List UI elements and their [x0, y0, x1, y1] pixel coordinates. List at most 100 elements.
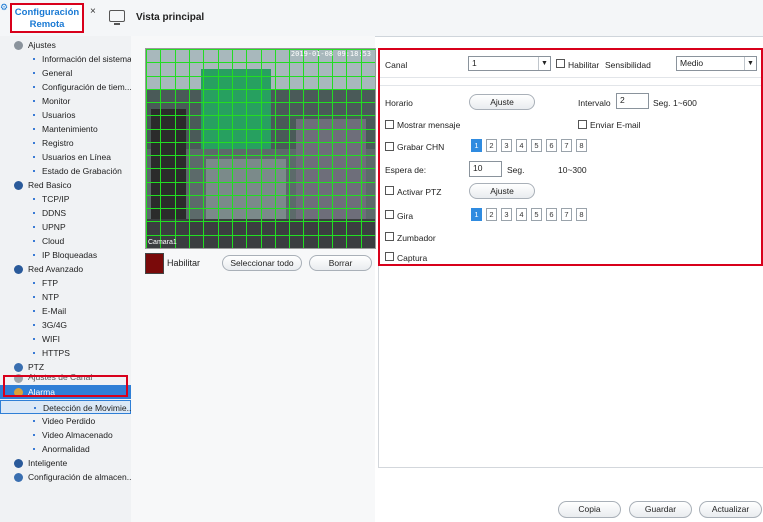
sidebar-item-wifi[interactable]: WIFI [0, 332, 131, 346]
select-all-button[interactable]: Seleccionar todo [222, 255, 302, 271]
grabar-chn-checkbox[interactable] [385, 142, 394, 151]
globe-icon [14, 181, 23, 190]
sidebar-group-red-avanzado[interactable]: Red Avanzado [0, 262, 131, 276]
enviar-email-label: Enviar E-mail [590, 120, 641, 130]
bullet-icon [33, 338, 35, 340]
mostrar-mensaje-checkbox[interactable] [385, 120, 394, 129]
sidebar-item-ip-bloqueadas[interactable]: IP Bloqueadas [0, 248, 131, 262]
sidebar-item-label: Video Perdido [42, 416, 96, 426]
sidebar-item-mantenimiento[interactable]: Mantenimiento [0, 122, 131, 136]
gira-channel-1[interactable]: 1 [471, 208, 482, 221]
sidebar-item-video-almacenado[interactable]: Video Almacenado [0, 428, 131, 442]
sidebar-item-informaci-n-del-sistema[interactable]: Información del sistema [0, 52, 131, 66]
grabar-channel-8[interactable]: 8 [576, 139, 587, 152]
grabar-channel-4[interactable]: 4 [516, 139, 527, 152]
sidebar-item-label: 3G/4G [42, 320, 68, 330]
chevron-down-icon: ▼ [538, 57, 550, 70]
gira-channel-3[interactable]: 3 [501, 208, 512, 221]
sidebar-item-https[interactable]: HTTPS [0, 346, 131, 360]
captura-checkbox[interactable] [385, 252, 394, 261]
sidebar-item-registro[interactable]: Registro [0, 136, 131, 150]
sidebar-group-label: Red Basico [28, 180, 72, 190]
motion-grid[interactable] [146, 49, 375, 248]
scene-wall [201, 69, 271, 149]
sidebar-item-general[interactable]: General [0, 66, 131, 80]
settings-gear-icon: ⚙ [0, 2, 9, 12]
camera-name: Camara1 [148, 239, 177, 246]
sidebar-group-inteligente[interactable]: Inteligente [0, 456, 131, 470]
camera-preview[interactable]: 2019-01-08 09:18:53 Camara1 [145, 48, 376, 249]
espera-input[interactable]: 10 [469, 161, 502, 177]
sidebar-item-usuarios-en-l-nea[interactable]: Usuarios en Línea [0, 150, 131, 164]
sidebar-item-label: Configuración de tiem... [42, 82, 132, 92]
sidebar-group-red-basico[interactable]: Red Basico [0, 178, 131, 192]
sidebar-item-ddns[interactable]: DDNS [0, 206, 131, 220]
sidebar-item-estado-de-grabaci-n[interactable]: Estado de Grabación [0, 164, 131, 178]
grabar-channel-3[interactable]: 3 [501, 139, 512, 152]
canal-select[interactable]: 1 ▼ [468, 56, 551, 71]
bullet-icon [33, 324, 35, 326]
guardar-button[interactable]: Guardar [629, 501, 692, 518]
habilitar-checkbox[interactable] [556, 59, 565, 68]
sidebar-item-ftp[interactable]: FTP [0, 276, 131, 290]
gira-channel-8[interactable]: 8 [576, 208, 587, 221]
sidebar-item-video-perdido[interactable]: Video Perdido [0, 414, 131, 428]
gira-label: Gira [397, 211, 414, 221]
intervalo-unit: Seg. [653, 98, 671, 108]
sidebar-item-configuraci-n-de-tiem[interactable]: Configuración de tiem... [0, 80, 131, 94]
sidebar-item-anormalidad[interactable]: Anormalidad [0, 442, 131, 456]
tab-vista-principal[interactable]: Vista principal [136, 12, 204, 23]
zumbador-checkbox[interactable] [385, 232, 394, 241]
grabar-channel-2[interactable]: 2 [486, 139, 497, 152]
close-icon[interactable]: × [90, 6, 96, 17]
color-swatch[interactable] [145, 253, 164, 274]
sidebar-item-label: Detección de Movimie... [43, 403, 132, 413]
horario-ajuste-button[interactable]: Ajuste [469, 94, 535, 110]
sidebar-item-cloud[interactable]: Cloud [0, 234, 131, 248]
sidebar-item-detecci-n-de-movimie[interactable]: Detección de Movimie... [0, 400, 131, 414]
sidebar-item-e-mail[interactable]: E-Mail [0, 304, 131, 318]
sidebar-group-ajustes[interactable]: Ajustes [0, 38, 131, 52]
zumbador-label: Zumbador [397, 233, 436, 243]
intervalo-input[interactable]: 2 [616, 93, 649, 109]
sidebar-item-label: Registro [42, 138, 74, 148]
monitor-icon[interactable] [109, 10, 125, 25]
grabar-channel-7[interactable]: 7 [561, 139, 572, 152]
espera-unit: Seg. [507, 165, 525, 175]
copia-button[interactable]: Copia [558, 501, 621, 518]
grabar-channel-5[interactable]: 5 [531, 139, 542, 152]
sidebar-group-configuraci-n-de-almacen[interactable]: Configuración de almacen... [0, 470, 131, 484]
gira-channel-7[interactable]: 7 [561, 208, 572, 221]
sensibilidad-select[interactable]: Medio ▼ [676, 56, 757, 71]
bullet-icon [33, 128, 35, 130]
grabar-chn-label: Grabar CHN [397, 142, 445, 152]
grabar-channel-1[interactable]: 1 [471, 139, 482, 152]
sidebar-group-label: Configuración de almacen... [28, 472, 132, 482]
globe-icon [14, 265, 23, 274]
gira-checkbox[interactable] [385, 210, 394, 219]
sidebar-item-usuarios[interactable]: Usuarios [0, 108, 131, 122]
bullet-icon [33, 170, 35, 172]
sidebar-item-tcp-ip[interactable]: TCP/IP [0, 192, 131, 206]
sidebar-item-label: Video Almacenado [42, 430, 113, 440]
enviar-email-checkbox[interactable] [578, 120, 587, 129]
tab-configuracion-remota[interactable]: Configuración Remota [10, 3, 84, 33]
ptz-ajuste-button[interactable]: Ajuste [469, 183, 535, 199]
grabar-channel-6[interactable]: 6 [546, 139, 557, 152]
clear-button[interactable]: Borrar [309, 255, 372, 271]
sidebar-item-label: WIFI [42, 334, 60, 344]
sidebar-item-monitor[interactable]: Monitor [0, 94, 131, 108]
gira-channel-2[interactable]: 2 [486, 208, 497, 221]
gira-channel-6[interactable]: 6 [546, 208, 557, 221]
sidebar-item-label: General [42, 68, 73, 78]
sidebar-item-label: HTTPS [42, 348, 70, 358]
sidebar-item-3g-4g[interactable]: 3G/4G [0, 318, 131, 332]
actualizar-button[interactable]: Actualizar [699, 501, 762, 518]
grid-habilitar-label: Habilitar [167, 258, 201, 268]
scene-shelf [296, 119, 366, 229]
gira-channel-5[interactable]: 5 [531, 208, 542, 221]
sidebar-item-ntp[interactable]: NTP [0, 290, 131, 304]
sidebar-item-upnp[interactable]: UPNP [0, 220, 131, 234]
gira-channel-4[interactable]: 4 [516, 208, 527, 221]
activar-ptz-checkbox[interactable] [385, 186, 394, 195]
